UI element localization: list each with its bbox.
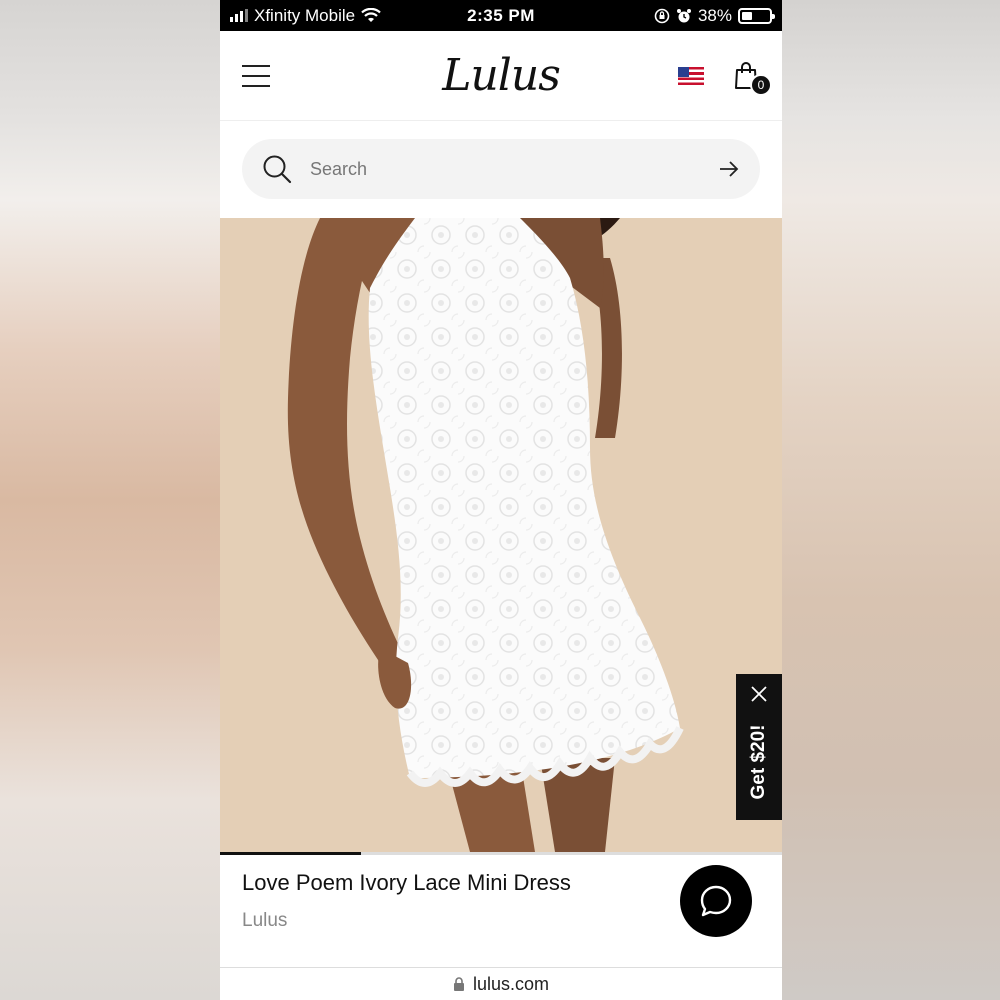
search-input[interactable] <box>310 158 700 180</box>
menu-icon[interactable] <box>242 64 270 87</box>
product-image[interactable] <box>220 218 782 852</box>
rotation-lock-icon <box>654 8 670 23</box>
status-time: 2:35 PM <box>467 5 535 25</box>
promo-tab[interactable]: Get $20! <box>736 674 782 820</box>
close-icon[interactable] <box>749 684 769 704</box>
carrier-name: Xfinity Mobile <box>254 5 356 25</box>
wifi-icon <box>361 8 381 22</box>
search-section <box>220 121 782 217</box>
search-bar[interactable] <box>242 139 760 199</box>
shopping-bag-button[interactable]: 0 <box>734 61 772 96</box>
alarm-icon <box>676 8 691 22</box>
cart-count-badge: 0 <box>750 73 772 96</box>
status-bar: Xfinity Mobile 2:35 PM 38% <box>220 0 782 31</box>
battery-percent: 38% <box>697 5 732 25</box>
chat-button[interactable] <box>680 865 752 937</box>
battery-icon <box>738 7 775 24</box>
signal-icon <box>230 9 248 22</box>
background-blur-left <box>0 0 220 1000</box>
carousel-progress-fill <box>220 852 361 855</box>
phone-screen: Xfinity Mobile 2:35 PM 38% Lulus 0 Searc… <box>220 0 782 1000</box>
product-brand[interactable]: Lulus <box>242 910 571 932</box>
chat-icon <box>700 885 732 917</box>
product-info: Love Poem Ivory Lace Mini Dress Lulus <box>242 870 571 932</box>
site-logo[interactable]: Lulus <box>442 50 561 101</box>
browser-url-bar[interactable]: lulus.com <box>220 967 782 1000</box>
arrow-right-icon[interactable] <box>718 160 740 178</box>
promo-label: Get $20! <box>748 724 769 800</box>
url-text: lulus.com <box>472 973 550 994</box>
carousel-progress <box>220 852 782 855</box>
dress-photo <box>220 218 782 852</box>
us-flag-icon[interactable] <box>678 66 704 85</box>
lock-icon <box>453 977 464 991</box>
background-blur-right <box>782 0 1000 1000</box>
search-icon <box>263 155 292 184</box>
product-name: Love Poem Ivory Lace Mini Dress <box>242 870 571 895</box>
site-header: Lulus 0 <box>220 31 782 121</box>
